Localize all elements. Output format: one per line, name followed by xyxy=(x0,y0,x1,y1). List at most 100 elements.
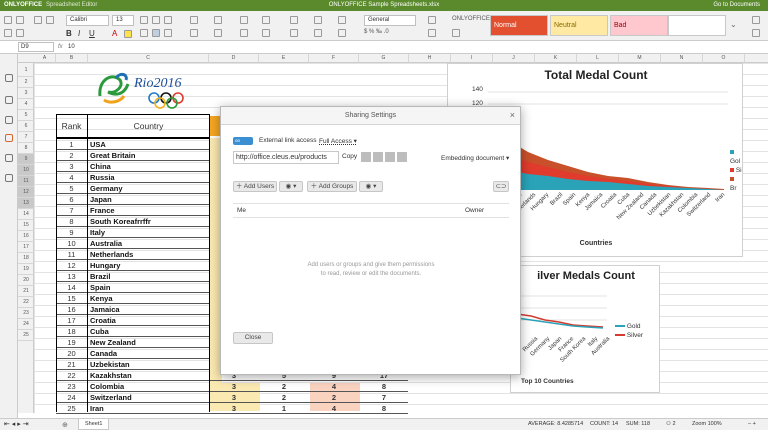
styles-more-chevron-icon[interactable]: ⌄ xyxy=(730,15,740,36)
chart-icon[interactable] xyxy=(338,16,346,24)
column-header-j[interactable]: J xyxy=(493,54,535,63)
row-header-18[interactable]: 18 xyxy=(18,253,34,264)
column-header-h[interactable]: H xyxy=(409,54,451,63)
font-name-select[interactable]: Calibri xyxy=(66,15,109,26)
embedding-document-select[interactable]: Embedding document ▾ xyxy=(441,154,509,162)
column-header-d[interactable]: D xyxy=(209,54,259,63)
about-icon[interactable] xyxy=(5,174,13,182)
settings-icon[interactable] xyxy=(452,29,460,37)
plugins-icon[interactable] xyxy=(5,154,13,162)
column-header-e[interactable]: E xyxy=(259,54,309,63)
add-users-button[interactable]: ＋ Add Users xyxy=(233,181,277,192)
expand-icon[interactable] xyxy=(752,29,760,37)
chat-icon[interactable] xyxy=(5,116,13,124)
sheet-nav-icons[interactable]: ⇤ ◂ ▸ ⇥ xyxy=(4,419,29,430)
link-icon[interactable]: ⊂⊃ xyxy=(493,181,509,192)
groups-visibility-dropdown[interactable]: ◉ ▾ xyxy=(359,181,383,192)
style-bad[interactable]: Bad xyxy=(610,15,668,36)
align-bottom-icon[interactable] xyxy=(164,16,172,24)
comments-icon[interactable] xyxy=(5,96,13,104)
sheet-tab[interactable]: Sheet1 xyxy=(78,419,110,430)
wrap-icon[interactable] xyxy=(190,29,198,37)
cell-name-box[interactable]: D9 xyxy=(18,42,54,52)
merge-icon[interactable] xyxy=(190,16,198,24)
row-header-15[interactable]: 15 xyxy=(18,220,34,231)
share-link-field[interactable]: http://office.cleus.eu/products xyxy=(233,151,339,164)
font-size-select[interactable]: 13 xyxy=(112,15,134,26)
redo-icon[interactable] xyxy=(46,16,54,24)
row-header-9[interactable]: 9 xyxy=(18,154,34,165)
function-icon[interactable] xyxy=(290,29,298,37)
align-middle-icon[interactable] xyxy=(152,16,160,24)
row-header-20[interactable]: 20 xyxy=(18,275,34,286)
align-top-icon[interactable] xyxy=(140,16,148,24)
filter-icon[interactable] xyxy=(262,16,270,24)
add-groups-button[interactable]: ＋ Add Groups xyxy=(307,181,357,192)
column-header-m[interactable]: M xyxy=(619,54,661,63)
column-header-k[interactable]: K xyxy=(535,54,577,63)
external-link-toggle[interactable]: on xyxy=(233,137,253,145)
close-icon[interactable]: × xyxy=(510,110,515,120)
style-empty-slot[interactable] xyxy=(668,15,726,36)
column-header-o[interactable]: O xyxy=(703,54,745,63)
underline-button[interactable]: U xyxy=(89,29,95,38)
row-header-8[interactable]: 8 xyxy=(18,143,34,154)
paste-icon[interactable] xyxy=(16,29,24,37)
fx-icon[interactable]: fx xyxy=(58,41,63,53)
users-icon[interactable] xyxy=(5,134,13,142)
row-header-10[interactable]: 10 xyxy=(18,165,34,176)
facebook-share-icon[interactable] xyxy=(385,152,395,162)
style-normal[interactable]: Normal xyxy=(490,15,548,36)
row-header-24[interactable]: 24 xyxy=(18,319,34,330)
row-header-2[interactable]: 2 xyxy=(18,77,34,88)
currency-button[interactable]: $ % ‰ .0 xyxy=(364,29,389,35)
column-header-i[interactable]: I xyxy=(451,54,493,63)
column-header-a[interactable]: A xyxy=(34,54,56,63)
style-neutral[interactable]: Neutral xyxy=(550,15,608,36)
row-header-13[interactable]: 13 xyxy=(18,198,34,209)
copy-link-button[interactable]: Copy xyxy=(342,153,357,160)
column-header-g[interactable]: G xyxy=(359,54,409,63)
row-header-14[interactable]: 14 xyxy=(18,209,34,220)
row-header-7[interactable]: 7 xyxy=(18,132,34,143)
formula-input[interactable]: 10 xyxy=(68,41,75,53)
zoom-level[interactable]: Zoom 100% xyxy=(692,419,722,430)
copy-icon[interactable] xyxy=(4,29,12,37)
twitter-share-icon[interactable] xyxy=(397,152,407,162)
google-share-icon[interactable] xyxy=(373,152,383,162)
add-sheet-icon[interactable]: ⊕ xyxy=(62,420,68,431)
silver-medal-chart[interactable]: ilver Medals Count Russia Germany Japan Fra… xyxy=(510,265,660,393)
column-header-f[interactable]: F xyxy=(309,54,359,63)
align-left-icon[interactable] xyxy=(140,29,148,37)
number-format-select[interactable]: General xyxy=(364,15,416,26)
email-share-icon[interactable] xyxy=(361,152,371,162)
column-header-l[interactable]: L xyxy=(577,54,619,63)
sort-desc-icon[interactable] xyxy=(240,29,248,37)
zoom-controls[interactable]: – + xyxy=(748,419,756,430)
access-rights-select[interactable]: Full Access ▾ xyxy=(319,137,357,145)
align-center-icon[interactable] xyxy=(152,29,160,37)
delete-cells-icon[interactable] xyxy=(214,29,222,37)
row-header-25[interactable]: 25 xyxy=(18,330,34,341)
search-icon[interactable] xyxy=(5,74,13,82)
close-button[interactable]: Close xyxy=(233,332,273,344)
conditional-format-icon[interactable] xyxy=(428,29,436,37)
row-header-19[interactable]: 19 xyxy=(18,264,34,275)
row-header-3[interactable]: 3 xyxy=(18,88,34,99)
undo-icon[interactable] xyxy=(34,16,42,24)
sum-icon[interactable] xyxy=(290,16,298,24)
row-header-22[interactable]: 22 xyxy=(18,297,34,308)
bold-button[interactable]: B xyxy=(66,29,72,38)
font-color-button[interactable]: A xyxy=(112,29,117,38)
users-visibility-dropdown[interactable]: ◉ ▾ xyxy=(279,181,303,192)
row-header-1[interactable]: 1 xyxy=(18,63,34,77)
row-header-5[interactable]: 5 xyxy=(18,110,34,121)
italic-button[interactable]: I xyxy=(78,29,80,38)
row-header-23[interactable]: 23 xyxy=(18,308,34,319)
row-header-11[interactable]: 11 xyxy=(18,176,34,187)
sort-asc-icon[interactable] xyxy=(240,16,248,24)
print-icon[interactable] xyxy=(16,16,24,24)
row-header-4[interactable]: 4 xyxy=(18,99,34,110)
row-header-12[interactable]: 12 xyxy=(18,187,34,198)
align-right-icon[interactable] xyxy=(164,29,172,37)
